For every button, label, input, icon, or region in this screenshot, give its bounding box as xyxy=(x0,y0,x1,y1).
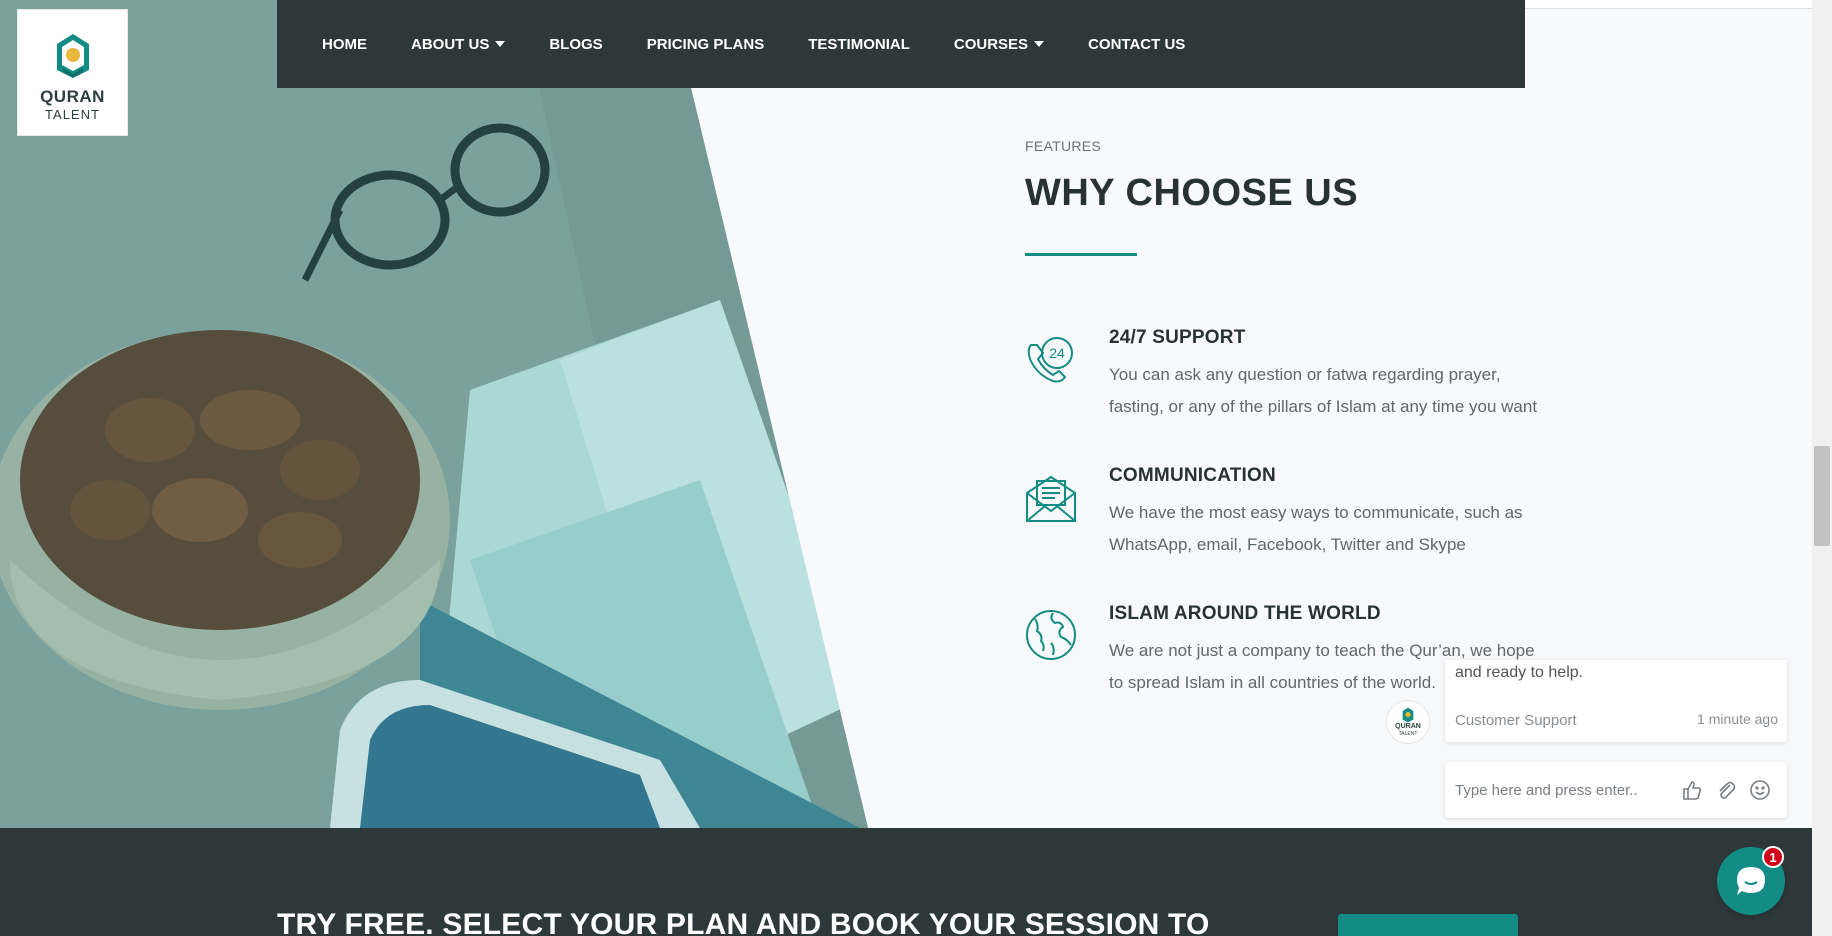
feature-description: You can ask any question or fatwa regard… xyxy=(1109,365,1538,416)
scrollbar-thumb[interactable] xyxy=(1814,446,1830,546)
section-title: WHY CHOOSE US xyxy=(1025,172,1359,214)
caret-down-icon xyxy=(1034,41,1045,47)
thumbs-up-icon[interactable] xyxy=(1681,779,1703,801)
avatar-subword: TALENT xyxy=(1398,731,1418,737)
nav-label: HOME xyxy=(322,35,367,53)
envelope-icon xyxy=(1025,471,1077,523)
logo-subword: TALENT xyxy=(45,107,100,122)
globe-icon xyxy=(1025,609,1077,661)
nav-about-us[interactable]: ABOUT US xyxy=(411,35,506,53)
chat-agent-avatar: QURAN TALENT xyxy=(1386,700,1430,744)
emoji-icon[interactable] xyxy=(1749,779,1771,801)
features-header: FEATURES WHY CHOOSE US xyxy=(1025,138,1545,256)
section-eyebrow: FEATURES xyxy=(1025,138,1102,154)
avatar-word: QURAN xyxy=(1395,723,1421,730)
hero-photo-dates-quran-glasses xyxy=(0,0,868,828)
nav-label: PRICING PLANS xyxy=(646,35,765,53)
chat-message-input[interactable] xyxy=(1455,778,1675,802)
nav-label: COURSES xyxy=(953,35,1029,53)
chat-message-text: and ready to help. xyxy=(1455,664,1584,681)
chat-bubble-icon xyxy=(1737,867,1765,895)
caret-down-icon xyxy=(495,41,506,47)
cta-heading: TRY FREE. SELECT YOUR PLAN AND BOOK YOUR… xyxy=(277,908,1210,936)
feature-description: We have the most easy ways to communicat… xyxy=(1109,503,1523,554)
title-underline xyxy=(1025,253,1137,256)
chat-message-bubble: and ready to help. Customer Support 1 mi… xyxy=(1445,660,1787,742)
phone-24-icon: 24 xyxy=(1025,333,1077,385)
cta-band: TRY FREE. SELECT YOUR PLAN AND BOOK YOUR… xyxy=(0,828,1812,936)
chat-agent-name: Customer Support xyxy=(1455,712,1577,729)
feature-title: COMMUNICATION xyxy=(1109,465,1276,486)
nav-label: TESTIMONIAL xyxy=(808,35,910,53)
feature-title: ISLAM AROUND THE WORLD xyxy=(1109,603,1381,624)
feature-title: 24/7 SUPPORT xyxy=(1109,327,1246,348)
main-navbar: HOME ABOUT US BLOGS PRICING PLANS TESTIM… xyxy=(277,0,1525,88)
nav-label: BLOGS xyxy=(549,35,603,53)
nav-courses[interactable]: COURSES xyxy=(953,35,1045,53)
cta-button[interactable] xyxy=(1338,914,1518,936)
paperclip-icon[interactable] xyxy=(1715,779,1737,801)
page-scrollbar[interactable] xyxy=(1812,0,1832,936)
logo-word: QURAN xyxy=(40,87,105,106)
unread-count-badge: 1 xyxy=(1762,846,1784,868)
quran-book-icon xyxy=(1402,707,1414,723)
nav-label: CONTACT US xyxy=(1088,35,1186,53)
nav-home[interactable]: HOME xyxy=(322,36,367,53)
chat-timestamp: 1 minute ago xyxy=(1697,711,1778,727)
nav-blogs[interactable]: BLOGS xyxy=(549,36,602,53)
nav-testimonial[interactable]: TESTIMONIAL xyxy=(808,36,910,53)
site-logo[interactable]: QURAN TALENT xyxy=(17,9,128,136)
chat-input-bar xyxy=(1445,762,1787,818)
quran-book-icon xyxy=(53,32,93,85)
nav-contact-us[interactable]: CONTACT US xyxy=(1088,36,1185,53)
svg-text:24: 24 xyxy=(1049,345,1065,361)
nav-label: ABOUT US xyxy=(411,35,490,53)
nav-pricing-plans[interactable]: PRICING PLANS xyxy=(647,36,765,53)
